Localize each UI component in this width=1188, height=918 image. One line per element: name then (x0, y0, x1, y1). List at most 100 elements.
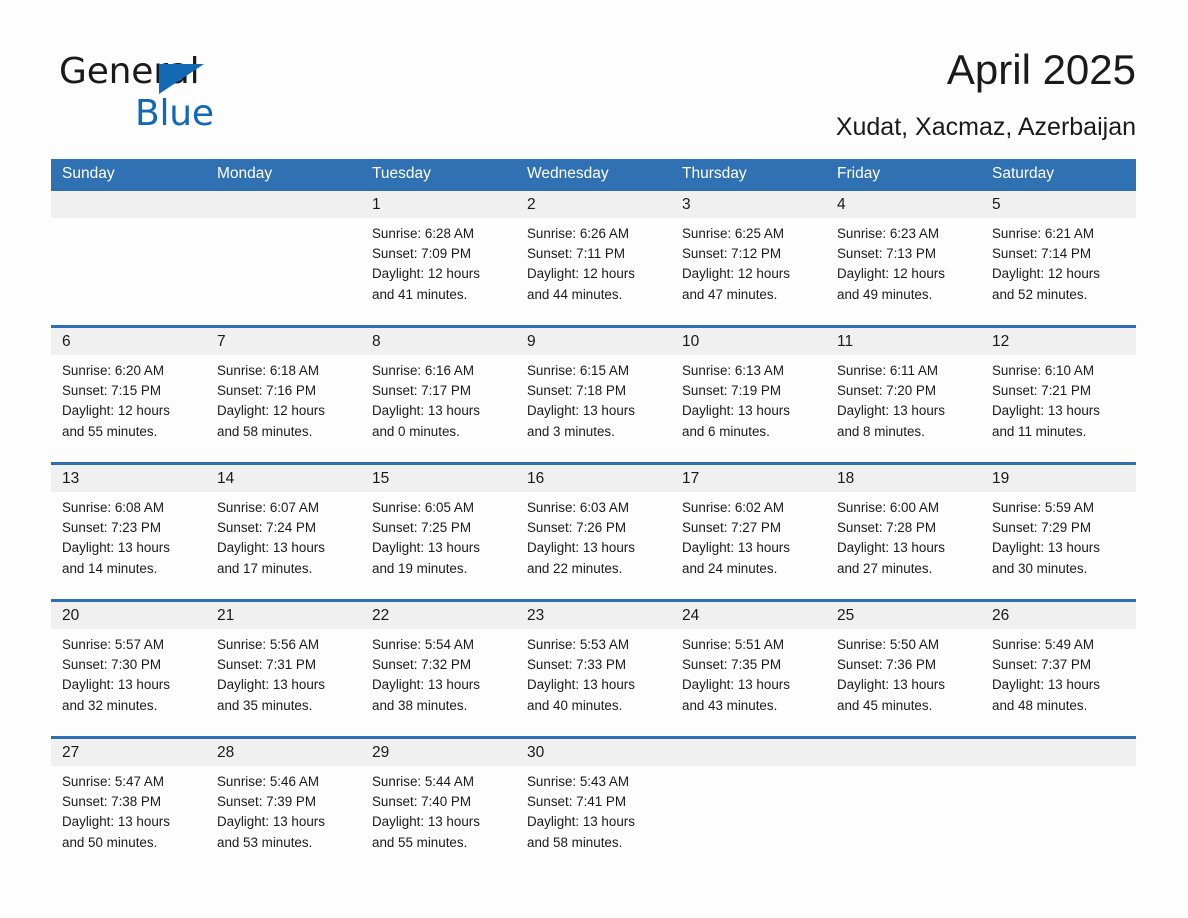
daylight-text-1: Daylight: 12 hours (217, 403, 325, 419)
daylight-text-1: Daylight: 13 hours (372, 403, 480, 419)
sunrise-text: Sunrise: 6:07 AM (217, 500, 319, 515)
daylight-text-2: and 11 minutes. (992, 423, 1087, 439)
sunrise-text: Sunrise: 6:11 AM (837, 363, 938, 378)
sunrise-text: Sunrise: 6:13 AM (682, 363, 784, 378)
weekday-thursday: Thursday (682, 165, 747, 182)
day-number: 14 (217, 470, 235, 487)
daylight-text-1: Daylight: 12 hours (372, 266, 480, 282)
day-cell: Sunrise: 6:18 AM Sunset: 7:16 PM Dayligh… (206, 355, 361, 462)
day-number: 17 (682, 470, 700, 487)
daylight-text-2: and 35 minutes. (217, 697, 313, 713)
day-cell: Sunrise: 6:07 AM Sunset: 7:24 PM Dayligh… (206, 492, 361, 599)
day-cell: Sunrise: 5:44 AM Sunset: 7:40 PM Dayligh… (361, 766, 516, 873)
sunset-text: Sunset: 7:32 PM (372, 657, 471, 673)
weekday-tuesday: Tuesday (372, 165, 431, 182)
sunset-text: Sunset: 7:18 PM (527, 383, 626, 399)
day-cell: Sunrise: 5:59 AM Sunset: 7:29 PM Dayligh… (981, 492, 1136, 599)
day-cell: Sunrise: 5:46 AM Sunset: 7:39 PM Dayligh… (206, 766, 361, 873)
day-number: 18 (837, 470, 855, 487)
sunrise-text: Sunrise: 5:56 AM (217, 637, 319, 652)
daylight-text-2: and 19 minutes. (372, 560, 468, 576)
daylight-text-1: Daylight: 12 hours (527, 266, 635, 282)
sunset-text: Sunset: 7:12 PM (682, 246, 781, 262)
day-number: 9 (527, 333, 536, 350)
sunset-text: Sunset: 7:39 PM (217, 794, 316, 810)
daylight-text-2: and 27 minutes. (837, 560, 933, 576)
day-cell: Sunrise: 6:00 AM Sunset: 7:28 PM Dayligh… (826, 492, 981, 599)
sunrise-text: Sunrise: 6:03 AM (527, 500, 629, 515)
day-cell: Sunrise: 6:28 AM Sunset: 7:09 PM Dayligh… (361, 218, 516, 325)
day-cell: Sunrise: 6:20 AM Sunset: 7:15 PM Dayligh… (51, 355, 206, 462)
day-cell: Sunrise: 5:50 AM Sunset: 7:36 PM Dayligh… (826, 629, 981, 736)
sunrise-text: Sunrise: 6:16 AM (372, 363, 474, 378)
daylight-text-2: and 50 minutes. (62, 834, 158, 850)
sunset-text: Sunset: 7:21 PM (992, 383, 1091, 399)
week-row: 1 2 3 4 5 Sunrise: 6:28 AM Sunset: 7:09 … (51, 188, 1136, 325)
daylight-text-1: Daylight: 13 hours (992, 403, 1100, 419)
daylight-text-1: Daylight: 13 hours (372, 814, 480, 830)
sunset-text: Sunset: 7:30 PM (62, 657, 161, 673)
sunset-text: Sunset: 7:37 PM (992, 657, 1091, 673)
sunrise-text: Sunrise: 6:28 AM (372, 226, 474, 241)
sunrise-text: Sunrise: 5:50 AM (837, 637, 939, 652)
week-row: 6 7 8 9 10 11 12 Sunrise: 6:20 AM Sunset… (51, 325, 1136, 462)
daylight-text-1: Daylight: 13 hours (62, 677, 170, 693)
daylight-text-1: Daylight: 13 hours (992, 677, 1100, 693)
sunrise-text: Sunrise: 5:53 AM (527, 637, 629, 652)
sunrise-text: Sunrise: 6:21 AM (992, 226, 1094, 241)
daylight-text-1: Daylight: 13 hours (527, 540, 635, 556)
sunset-text: Sunset: 7:36 PM (837, 657, 936, 673)
day-number: 28 (217, 744, 235, 761)
daylight-text-1: Daylight: 13 hours (992, 540, 1100, 556)
daylight-text-1: Daylight: 12 hours (992, 266, 1100, 282)
day-number: 2 (527, 196, 536, 213)
day-number: 10 (682, 333, 700, 350)
day-number: 30 (527, 744, 545, 761)
day-cell: Sunrise: 5:47 AM Sunset: 7:38 PM Dayligh… (51, 766, 206, 873)
daylight-text-1: Daylight: 13 hours (837, 540, 945, 556)
day-number-row: 13 14 15 16 17 18 19 (51, 465, 1136, 492)
day-number-row: 27 28 29 30 (51, 739, 1136, 766)
sunrise-text: Sunrise: 6:02 AM (682, 500, 784, 515)
sunset-text: Sunset: 7:35 PM (682, 657, 781, 673)
week-row: 20 21 22 23 24 25 26 Sunrise: 5:57 AM Su… (51, 599, 1136, 736)
sunrise-text: Sunrise: 6:10 AM (992, 363, 1094, 378)
day-detail-row: Sunrise: 6:08 AM Sunset: 7:23 PM Dayligh… (51, 492, 1136, 599)
sunset-text: Sunset: 7:15 PM (62, 383, 161, 399)
day-cell: Sunrise: 5:53 AM Sunset: 7:33 PM Dayligh… (516, 629, 671, 736)
generalblue-logo[interactable]: General Blue (59, 50, 319, 136)
sunset-text: Sunset: 7:29 PM (992, 520, 1091, 536)
sunset-text: Sunset: 7:38 PM (62, 794, 161, 810)
daylight-text-2: and 6 minutes. (682, 423, 770, 439)
page-subtitle: Xudat, Xacmaz, Azerbaijan (835, 113, 1136, 141)
sunrise-text: Sunrise: 6:00 AM (837, 500, 939, 515)
day-number: 15 (372, 470, 390, 487)
day-cell: Sunrise: 5:43 AM Sunset: 7:41 PM Dayligh… (516, 766, 671, 873)
day-number: 22 (372, 607, 390, 624)
daylight-text-2: and 22 minutes. (527, 560, 623, 576)
sunrise-text: Sunrise: 6:26 AM (527, 226, 629, 241)
weekday-sunday: Sunday (62, 165, 115, 182)
daylight-text-2: and 32 minutes. (62, 697, 158, 713)
day-cell: Sunrise: 6:05 AM Sunset: 7:25 PM Dayligh… (361, 492, 516, 599)
sunset-text: Sunset: 7:14 PM (992, 246, 1091, 262)
daylight-text-1: Daylight: 13 hours (217, 540, 325, 556)
day-number: 13 (62, 470, 80, 487)
day-number: 21 (217, 607, 235, 624)
page-header: General Blue April 2025 Xudat, Xacmaz, A… (51, 42, 1136, 150)
sunset-text: Sunset: 7:09 PM (372, 246, 471, 262)
daylight-text-1: Daylight: 12 hours (837, 266, 945, 282)
daylight-text-1: Daylight: 13 hours (372, 677, 480, 693)
day-detail-row: Sunrise: 6:28 AM Sunset: 7:09 PM Dayligh… (51, 218, 1136, 325)
day-cell: Sunrise: 6:03 AM Sunset: 7:26 PM Dayligh… (516, 492, 671, 599)
day-number: 16 (527, 470, 545, 487)
sunrise-text: Sunrise: 6:23 AM (837, 226, 939, 241)
day-number: 7 (217, 333, 226, 350)
daylight-text-1: Daylight: 13 hours (62, 814, 170, 830)
sunset-text: Sunset: 7:11 PM (527, 246, 626, 262)
day-number: 5 (992, 196, 1001, 213)
sunrise-text: Sunrise: 5:54 AM (372, 637, 474, 652)
sunrise-text: Sunrise: 5:47 AM (62, 774, 164, 789)
day-number: 23 (527, 607, 545, 624)
daylight-text-1: Daylight: 13 hours (837, 403, 945, 419)
